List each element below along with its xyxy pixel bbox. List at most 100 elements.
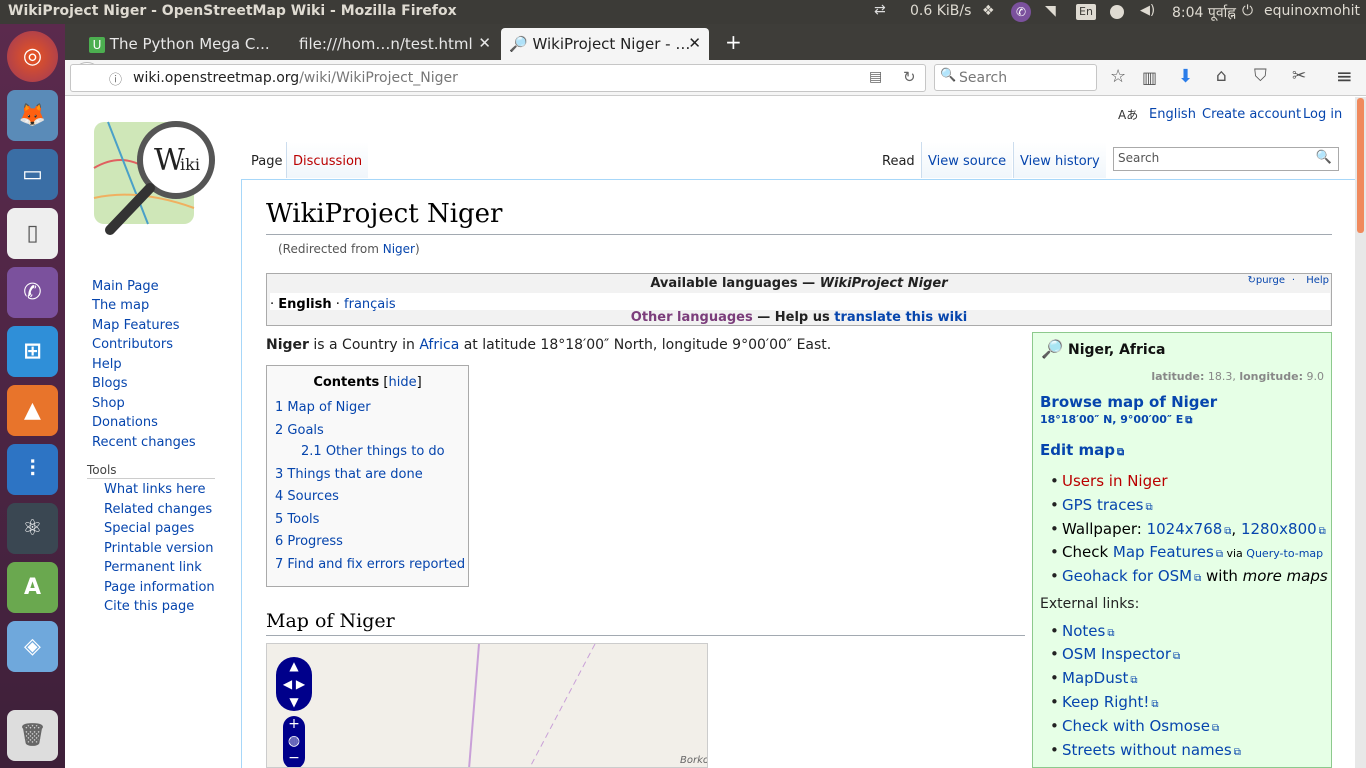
close-tab-icon[interactable]: ✕ [688,34,701,52]
network-transfer-icon[interactable]: ⇄ [874,2,890,18]
language-icon[interactable]: Aあ [1118,106,1138,123]
tab-page[interactable]: Page [245,142,289,178]
user-name[interactable]: equinoxmohit [1264,3,1360,19]
redirect-link[interactable]: Niger [383,242,415,256]
purge-link[interactable]: purge [1256,275,1285,286]
sidebar-item-recent-changes[interactable]: Recent changes [92,435,196,450]
tab-file[interactable]: file:///hom…n/test.html ✕ [291,28,499,60]
toc-hide-link[interactable]: hide [389,375,417,390]
library-icon[interactable]: ▥ [1142,68,1157,87]
login-link[interactable]: Log in [1303,107,1342,122]
toc-item[interactable]: 2.1 Other things to do [301,444,445,459]
url-bar[interactable]: ⓘ wiki.openstreetmap.org/wiki/WikiProjec… [70,64,926,92]
streets-without-names-link[interactable]: Streets without names [1062,741,1241,759]
tab-view-history[interactable]: View history [1013,142,1106,178]
toc-item[interactable]: 3 Things that are done [275,467,423,482]
speaker-icon[interactable]: ◀) [1140,3,1156,19]
info-icon[interactable]: ⓘ [109,69,122,88]
sidebar-tool-special-pages[interactable]: Special pages [104,521,194,536]
toc-item[interactable]: 1 Map of Niger [275,400,371,415]
tab-read[interactable]: Read [876,142,921,178]
scrollbar-thumb[interactable] [1357,98,1364,233]
africa-link[interactable]: Africa [419,337,459,353]
sidebar-item-help[interactable]: Help [92,357,122,372]
keep-right-link[interactable]: Keep Right! [1062,693,1159,711]
map-zoom-control[interactable]: + ◍ − [283,716,305,767]
new-tab-button[interactable]: + [717,28,750,60]
toc-item[interactable]: 4 Sources [275,489,339,504]
wiki-search-input[interactable]: Search 🔍 [1113,147,1339,171]
tab-python[interactable]: U The Python Mega C... [81,28,285,60]
app-store-icon[interactable]: ⊞ [7,326,58,377]
bookmark-star-icon[interactable]: ☆ [1110,66,1126,87]
osmose-link[interactable]: Check with Osmose [1062,717,1219,735]
chat-status-icon[interactable] [1110,5,1124,19]
geohack-link[interactable]: Geohack for OSM [1062,567,1201,585]
users-in-niger-link[interactable]: Users in Niger [1062,472,1168,490]
wallpaper-1280-link[interactable]: 1280x800 [1241,520,1326,538]
sidebar-item-contributors[interactable]: Contributors [92,337,173,352]
viber-icon[interactable]: ✆ [7,267,58,318]
home-icon[interactable]: ⌂ [1216,66,1227,86]
close-tab-icon[interactable]: ✕ [478,34,491,52]
map-pan-control[interactable]: ▲ ◀ ▶ ▼ [276,657,312,711]
keyboard-layout[interactable]: En [1076,4,1096,20]
menu-icon[interactable]: ≡ [1336,64,1353,88]
notes-link[interactable]: Notes [1062,622,1114,640]
download-icon[interactable]: ⬇ [1178,66,1193,87]
trash-icon[interactable]: 🗑 [7,710,58,761]
create-account-link[interactable]: Create account [1202,107,1301,122]
sidebar-tool-related-changes[interactable]: Related changes [104,502,212,517]
android-studio-icon[interactable]: A [7,562,58,613]
reload-icon[interactable]: ↻ [903,68,916,86]
files-icon[interactable]: ▭ [7,149,58,200]
extension-icon[interactable]: ✂ [1292,66,1306,86]
tab-view-source[interactable]: View source [921,142,1013,178]
language-selector[interactable]: English [1149,107,1196,122]
translate-link[interactable]: translate this wiki [834,310,967,325]
dropbox-icon[interactable]: ❖ [982,3,998,19]
wallpaper-1024-link[interactable]: 1024x768 [1147,520,1232,538]
atom-icon[interactable]: ⚛ [7,503,58,554]
slippy-map[interactable]: ▲ ◀ ▶ ▼ + ◍ − Borko [266,643,708,768]
toc-item[interactable]: 6 Progress [275,534,343,549]
mixer-icon[interactable]: ⫶ [7,444,58,495]
osm-inspector-link[interactable]: OSM Inspector [1062,645,1180,663]
firefox-icon[interactable]: 🦊 [7,90,58,141]
sidebar-tool-cite-this-page[interactable]: Cite this page [104,599,194,614]
toc-item[interactable]: 7 Find and fix errors reported [275,557,465,572]
sidebar-item-blogs[interactable]: Blogs [92,376,128,391]
toc-item[interactable]: 2 Goals [275,423,324,438]
sidebar-tool-what-links-here[interactable]: What links here [104,482,205,497]
reader-view-icon[interactable]: ▤ [869,69,882,85]
tab-wikiproject[interactable]: 🔎 WikiProject Niger - … ✕ [501,28,709,60]
power-icon[interactable]: ⏻ [1242,3,1258,19]
sidebar-item-shop[interactable]: Shop [92,396,125,411]
pocket-icon[interactable]: ⛉ [1254,66,1267,86]
sidebar-tool-permanent-link[interactable]: Permanent link [104,560,202,575]
virtualbox-icon[interactable]: ◈ [7,621,58,672]
query-to-map-link[interactable]: Query-to-map [1246,547,1323,560]
sidebar-item-map-features[interactable]: Map Features [92,318,179,333]
wifi-icon[interactable]: ◥ [1045,3,1061,19]
coordinates-link[interactable]: 18°18′00″ N, 9°00′00″ E [1040,413,1192,426]
osm-wiki-logo[interactable]: W iki [88,108,218,238]
help-link[interactable]: Help [1306,275,1329,286]
gps-traces-link[interactable]: GPS traces [1062,496,1153,514]
other-languages-link[interactable]: Other languages [631,310,753,325]
toc-item[interactable]: 5 Tools [275,512,319,527]
clock[interactable]: 8:04 पूर्वाह्न [1172,3,1236,22]
sidebar-item-donations[interactable]: Donations [92,415,158,430]
sidebar-tool-page-information[interactable]: Page information [104,580,215,595]
browser-search-box[interactable]: 🔍 Search [934,64,1097,91]
sidebar-item-the-map[interactable]: The map [92,298,149,313]
viber-tray-icon[interactable]: ✆ [1011,2,1031,22]
map-features-link[interactable]: Map Features [1113,543,1223,561]
edit-map-link[interactable]: Edit map [1040,441,1124,459]
sidebar-tool-printable-version[interactable]: Printable version [104,541,213,556]
vlc-icon[interactable]: ▲ [7,385,58,436]
mapdust-link[interactable]: MapDust [1062,669,1138,687]
sidebar-item-main-page[interactable]: Main Page [92,279,159,294]
tab-discussion[interactable]: Discussion [286,142,369,178]
libreoffice-icon[interactable]: ▯ [7,208,58,259]
